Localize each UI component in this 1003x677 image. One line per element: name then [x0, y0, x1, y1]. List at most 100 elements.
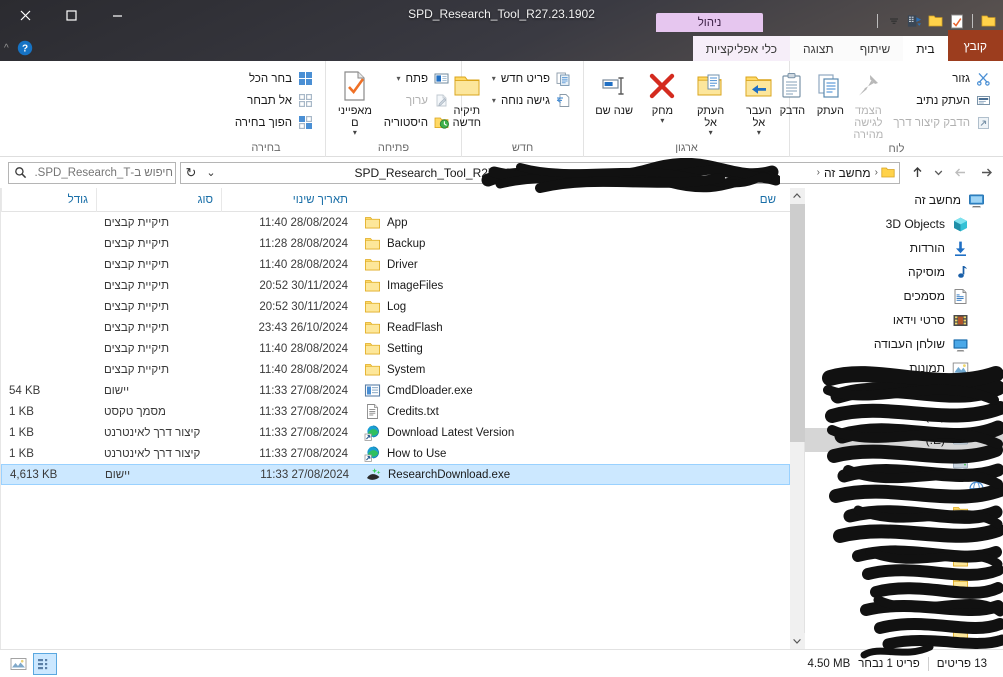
search-box[interactable]: [8, 161, 176, 184]
details-view-button[interactable]: [33, 652, 57, 675]
maximize-button[interactable]: [48, 0, 94, 30]
nav-pane-item-2[interactable]: הורדות: [805, 236, 1003, 260]
ribbon-button-invert-selection-icon[interactable]: הפוך בחירה: [231, 112, 317, 133]
column-header-date[interactable]: תאריך שינוי: [221, 187, 356, 212]
ribbon-button-paste-shortcut-icon[interactable]: הדבק קיצור דרך: [889, 112, 995, 133]
table-row[interactable]: Backup 28/08/2024 11:28 תיקיית קבצים: [1, 233, 790, 254]
ribbon-display-options-icon[interactable]: [906, 13, 923, 30]
nav-pane-item-15[interactable]: [805, 548, 1003, 572]
breadcrumb-item-0[interactable]: מחשב זה: [821, 166, 874, 180]
ribbon-button-edit-icon[interactable]: ערוך: [380, 90, 453, 111]
nav-pane-item-7[interactable]: תמונות: [805, 356, 1003, 380]
file-name-cell: Log: [356, 298, 790, 315]
nav-pane-item-6[interactable]: שולחן העבודה: [805, 332, 1003, 356]
ribbon-tab-label: קובץ: [963, 38, 987, 53]
ribbon-button-rename-icon[interactable]: שנה שם: [592, 66, 636, 132]
new-folder-icon[interactable]: [980, 13, 997, 30]
close-button[interactable]: [2, 0, 48, 30]
scrollbar-track[interactable]: [789, 204, 805, 633]
nav-pane-item-5[interactable]: סרטי וידאו: [805, 308, 1003, 332]
table-row[interactable]: ResearchDownload.exe 27/08/2024 11:33 יישו…: [1, 464, 790, 485]
column-header-size[interactable]: גודל: [1, 187, 96, 212]
ribbon-tab-0[interactable]: קובץ: [947, 30, 1003, 61]
up-icon[interactable]: [904, 160, 930, 186]
table-row[interactable]: Credits.txt 27/08/2024 11:33 מסמך טקסט 1 KB: [1, 401, 790, 422]
nav-pane-item-8[interactable]: (C:): [805, 380, 1003, 404]
scrollbar-thumb[interactable]: [789, 204, 805, 442]
breadcrumb-item-redacted[interactable]: [550, 165, 816, 181]
nav-pane-item-12[interactable]: [805, 476, 1003, 500]
ribbon-button-copy-icon[interactable]: העתק: [813, 66, 847, 132]
ribbon-button-easy-access-icon[interactable]: גישה נוחה ▾: [488, 90, 575, 111]
nav-pane-item-14[interactable]: [805, 524, 1003, 548]
ribbon-button-scissors-icon[interactable]: גזור: [889, 68, 995, 89]
file-type-cell: מסמך טקסט: [104, 405, 166, 418]
ribbon-button-move-to-icon[interactable]: העבר אל ▾: [737, 66, 781, 137]
ribbon-button-copy-path-icon[interactable]: העתק נתיב: [889, 90, 995, 111]
recent-locations-icon[interactable]: [930, 160, 947, 186]
file-type-cell: קיצור דרך לאינטרנט: [104, 447, 201, 460]
table-row[interactable]: How to Use 27/08/2024 11:33 קיצור דרך לאינ…: [1, 443, 790, 464]
chevron-down-icon[interactable]: ▾: [353, 129, 357, 137]
nav-pane-item-17[interactable]: [805, 596, 1003, 620]
collapse-ribbon-icon[interactable]: ^: [4, 43, 9, 54]
chevron-down-icon[interactable]: ▾: [492, 74, 496, 83]
properties-icon[interactable]: [948, 13, 965, 30]
nav-pane-item-9[interactable]: (D:): [805, 404, 1003, 428]
nav-pane-item-11[interactable]: [805, 452, 1003, 476]
ribbon-button-history-icon[interactable]: היסטוריה: [380, 112, 453, 133]
ribbon-button-select-all-icon[interactable]: בחר הכל: [231, 68, 317, 89]
column-header-name[interactable]: שם: [356, 188, 790, 212]
table-row[interactable]: Log 30/11/2024 20:52 תיקיית קבצים: [1, 296, 790, 317]
scroll-up-button[interactable]: [789, 188, 805, 204]
nav-pane-item-4[interactable]: מסמכים: [805, 284, 1003, 308]
ribbon-tab-4[interactable]: כלי אפליקציות: [692, 36, 791, 61]
customize-dropdown-icon[interactable]: [885, 13, 902, 30]
chevron-down-icon[interactable]: ▾: [492, 96, 496, 105]
nav-pane-item-10[interactable]: (E:): [805, 428, 1003, 452]
nav-pane-item-13[interactable]: [805, 500, 1003, 524]
back-icon[interactable]: [947, 160, 973, 186]
ribbon-button-new-item-icon[interactable]: פריט חדש ▾: [488, 68, 575, 89]
column-header-type[interactable]: סוג: [96, 187, 221, 212]
ribbon-button-delete-icon[interactable]: מחק ▾: [640, 66, 684, 132]
search-input[interactable]: [31, 166, 175, 179]
minimize-button[interactable]: [94, 0, 140, 30]
forward-icon[interactable]: [973, 160, 999, 186]
table-row[interactable]: ReadFlash 26/10/2024 23:43 תיקיית קבצים: [1, 317, 790, 338]
nav-pane-item-18[interactable]: [805, 620, 1003, 644]
ribbon-button-select-none-icon[interactable]: אל תבחר: [231, 90, 317, 111]
address-bar[interactable]: ‹ מחשב זה ‹ ‹ SPD_Research_Tool_R27.23.1902 …: [180, 161, 900, 184]
breadcrumb-item-2[interactable]: SPD_Research_Tool_R27.23.1902: [352, 166, 545, 180]
nav-pane-item-3[interactable]: מוסיקה: [805, 260, 1003, 284]
nav-pane-item-1[interactable]: 3D Objects: [805, 212, 1003, 236]
file-type-cell: תיקיית קבצים: [104, 321, 170, 334]
ribbon-button-copy-to-icon[interactable]: העתק אל ▾: [689, 66, 733, 137]
table-row[interactable]: Setting 28/08/2024 11:40 תיקיית קבצים: [1, 338, 790, 359]
chevron-down-icon[interactable]: ▾: [396, 74, 400, 83]
ribbon-tab-2[interactable]: שיתוף: [846, 36, 904, 61]
table-row[interactable]: CmdDloader.exe 27/08/2024 11:33 יישום 54 KB: [1, 380, 790, 401]
chevron-down-icon[interactable]: ▾: [757, 129, 761, 137]
large-icons-view-button[interactable]: [6, 653, 30, 675]
table-row[interactable]: Driver 28/08/2024 11:40 תיקיית קבצים: [1, 254, 790, 275]
folder-icon[interactable]: [927, 13, 944, 30]
ribbon-button-pin-icon[interactable]: הצמד לגישה מהירה: [851, 66, 885, 141]
address-dropdown-icon[interactable]: ⌄: [201, 163, 221, 183]
table-row[interactable]: System 28/08/2024 11:40 תיקיית קבצים: [1, 359, 790, 380]
refresh-icon[interactable]: ↻: [181, 163, 201, 183]
ribbon-tab-1[interactable]: בית: [903, 36, 948, 61]
table-row[interactable]: App 28/08/2024 11:40 תיקיית קבצים: [1, 212, 790, 233]
help-icon[interactable]: ?: [17, 40, 33, 56]
chevron-down-icon[interactable]: ▾: [660, 117, 664, 125]
file-list-scrollbar[interactable]: [789, 188, 805, 649]
table-row[interactable]: Download Latest Version 27/08/2024 11:33 ק…: [1, 422, 790, 443]
ribbon-button-properties-icon[interactable]: מאפיינים ▾: [334, 66, 376, 137]
ribbon-button-open-icon[interactable]: פתח ▾: [380, 68, 453, 89]
scroll-down-button[interactable]: [789, 633, 805, 649]
ribbon-tab-3[interactable]: תצוגה: [790, 36, 847, 61]
nav-pane-item-0[interactable]: מחשב זה: [805, 188, 1003, 212]
table-row[interactable]: ImageFiles 30/11/2024 20:52 תיקיית קבצים: [1, 275, 790, 296]
nav-pane-item-16[interactable]: [805, 572, 1003, 596]
chevron-down-icon[interactable]: ▾: [709, 129, 713, 137]
